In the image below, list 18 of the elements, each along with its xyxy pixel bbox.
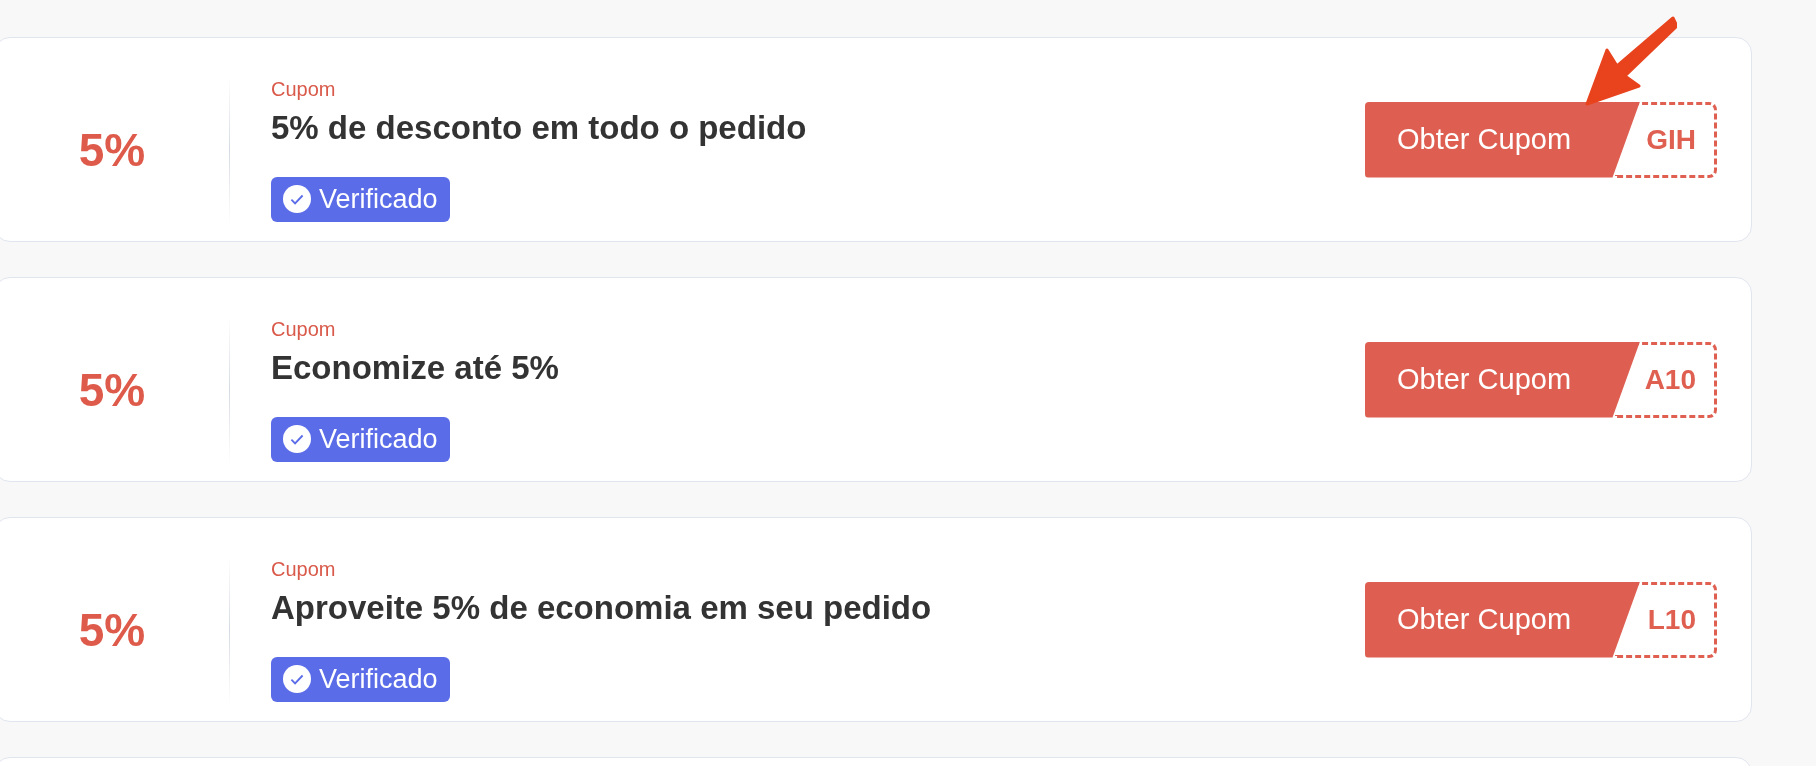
check-icon <box>283 425 311 453</box>
discount-value: 5% <box>78 362 146 417</box>
badge-label: Verificado <box>319 183 438 215</box>
badge-label: Verificado <box>319 423 438 455</box>
coupon-title: Economize até 5% <box>271 348 559 387</box>
badge-label: Verificado <box>319 663 438 695</box>
get-coupon-button[interactable]: Obter Cupom <box>1365 341 1640 418</box>
check-icon <box>283 665 311 693</box>
get-coupon-button[interactable]: Obter Cupom <box>1365 581 1640 658</box>
coupon-type: Cupom <box>271 77 336 101</box>
get-coupon-button[interactable]: Obter Cupom <box>1365 101 1640 178</box>
coupon-title: Aproveite 5% de economia em seu pedido <box>271 588 932 627</box>
check-icon <box>283 185 311 213</box>
coupon-type: Cupom <box>271 557 336 581</box>
coupon-title: 5% de desconto em todo o pedido <box>271 108 807 147</box>
coupon-type: Cupom <box>271 317 336 341</box>
discount-value: 5% <box>78 122 146 177</box>
discount-value: 5% <box>78 602 146 657</box>
